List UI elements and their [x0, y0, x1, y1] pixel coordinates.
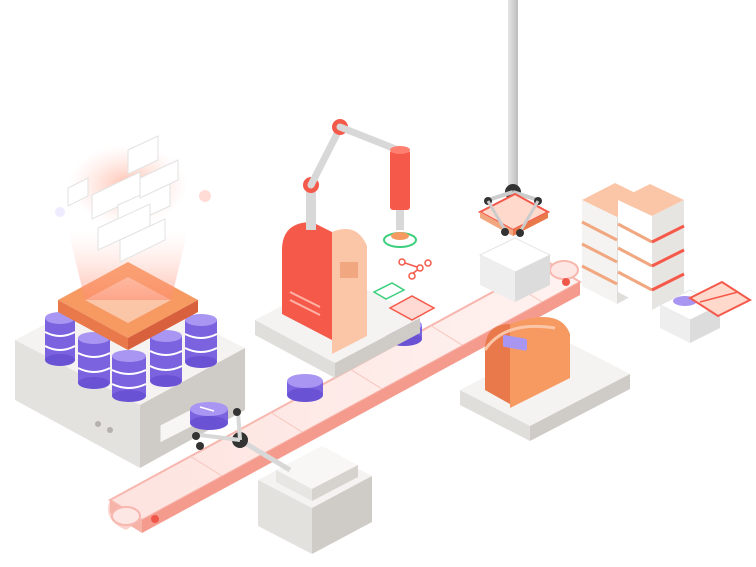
- belt-roller-dot: [562, 278, 570, 286]
- belt-roller-dot: [151, 515, 159, 523]
- robot-arm-icon: [255, 119, 436, 378]
- flow-nodes-icon: [398, 258, 432, 280]
- puck-icon: [190, 402, 228, 430]
- crane-gripper-icon: [477, 0, 551, 237]
- puck-icon: [287, 374, 323, 402]
- panel-icon: [340, 262, 358, 278]
- factory-illustration: [15, 0, 753, 554]
- box-stack-icon: [581, 183, 753, 343]
